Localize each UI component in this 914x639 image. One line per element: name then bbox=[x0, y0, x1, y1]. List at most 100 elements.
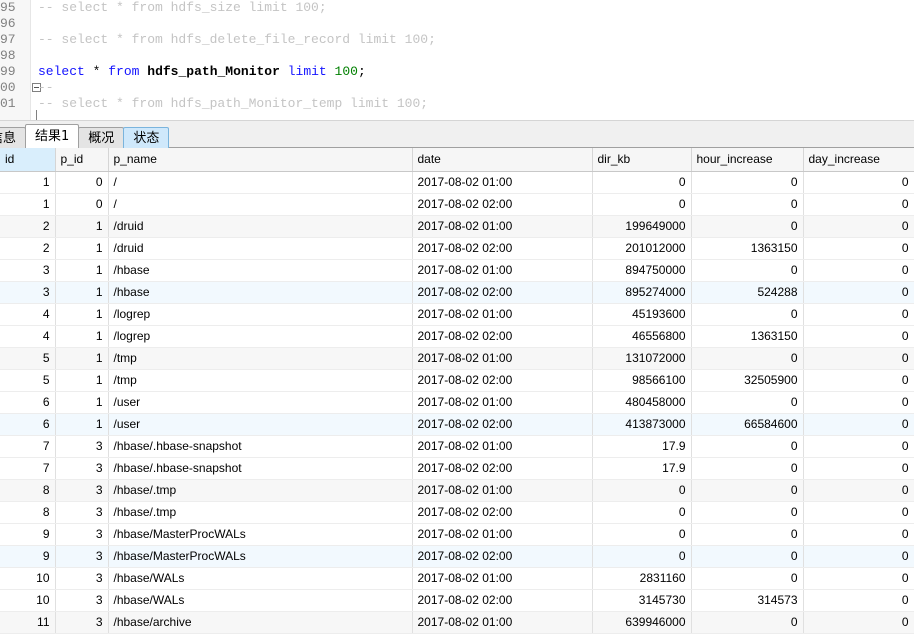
cell-p_id[interactable]: 1 bbox=[55, 303, 109, 326]
table-row[interactable]: 10 3/hbase/WALs 2017-08-02 01:00 2831160 0 0 bbox=[0, 567, 914, 590]
table-row[interactable]: 11 3/hbase/archive 2017-08-02 01:00 6399460… bbox=[0, 611, 914, 634]
code-line[interactable]: 98 bbox=[0, 48, 914, 64]
cell-id[interactable]: 9 bbox=[0, 523, 56, 546]
table-row[interactable]: 10 3/hbase/WALs 2017-08-02 02:00 3145730 314… bbox=[0, 589, 914, 612]
cell-day_increase[interactable]: 0 bbox=[803, 303, 914, 326]
cell-day_increase[interactable]: 0 bbox=[803, 457, 914, 480]
cell-hour_increase[interactable]: 1363150 bbox=[691, 325, 804, 348]
cell-p_name[interactable]: /user bbox=[108, 413, 413, 436]
table-row[interactable]: 6 1/user 2017-08-02 02:00 413873000 66584600… bbox=[0, 413, 914, 436]
cell-day_increase[interactable]: 0 bbox=[803, 237, 914, 260]
table-row[interactable]: 3 1/hbase 2017-08-02 01:00 894750000 0 0 bbox=[0, 259, 914, 282]
cell-hour_increase[interactable]: 0 bbox=[691, 567, 804, 590]
cell-id[interactable]: 7 bbox=[0, 457, 56, 480]
tab-profile[interactable]: 概况 bbox=[78, 127, 125, 148]
cell-hour_increase[interactable]: 0 bbox=[691, 193, 804, 216]
cell-dir_kb[interactable]: 413873000 bbox=[592, 413, 692, 436]
table-row[interactable]: 1 0/2017-08-02 01:00 0 0 0 bbox=[0, 171, 914, 194]
table-row[interactable]: 5 1/tmp 2017-08-02 01:00 131072000 0 0 bbox=[0, 347, 914, 370]
table-row[interactable]: 2 1/druid 2017-08-02 02:00 201012000 1363150… bbox=[0, 237, 914, 260]
cell-date[interactable]: 2017-08-02 02:00 bbox=[412, 413, 593, 436]
cell-p_name[interactable]: /hbase/WALs bbox=[108, 567, 413, 590]
result-table-body[interactable]: 1 0/2017-08-02 01:00 0 0 0 1 0/2017-08-02 02:0… bbox=[0, 171, 914, 634]
cell-day_increase[interactable]: 0 bbox=[803, 479, 914, 502]
cell-id[interactable]: 10 bbox=[0, 567, 56, 590]
cell-date[interactable]: 2017-08-02 02:00 bbox=[412, 545, 593, 568]
tab-result1[interactable]: 结果1 bbox=[25, 124, 80, 148]
cell-p_name[interactable]: /hbase/.tmp bbox=[108, 501, 413, 524]
cell-day_increase[interactable]: 0 bbox=[803, 567, 914, 590]
cell-p_name[interactable]: /druid bbox=[108, 237, 413, 260]
cell-id[interactable]: 8 bbox=[0, 479, 56, 502]
cell-date[interactable]: 2017-08-02 01:00 bbox=[412, 611, 593, 634]
cell-id[interactable]: 3 bbox=[0, 281, 56, 304]
cell-dir_kb[interactable]: 17.9 bbox=[592, 435, 692, 458]
cell-day_increase[interactable]: 0 bbox=[803, 171, 914, 194]
cell-dir_kb[interactable]: 199649000 bbox=[592, 215, 692, 238]
cell-date[interactable]: 2017-08-02 01:00 bbox=[412, 391, 593, 414]
cell-id[interactable]: 3 bbox=[0, 259, 56, 282]
cell-p_name[interactable]: /hbase/WALs bbox=[108, 589, 413, 612]
cell-dir_kb[interactable]: 894750000 bbox=[592, 259, 692, 282]
table-row[interactable]: 4 1/logrep 2017-08-02 01:00 45193600 0 0 bbox=[0, 303, 914, 326]
cell-day_increase[interactable]: 0 bbox=[803, 523, 914, 546]
table-row[interactable]: 6 1/user 2017-08-02 01:00 480458000 0 0 bbox=[0, 391, 914, 414]
code-line[interactable]: 01 -- select * from hdfs_path_Monitor_tem… bbox=[0, 96, 914, 120]
cell-p_name[interactable]: /hbase/MasterProcWALs bbox=[108, 545, 413, 568]
column-header-id[interactable]: id bbox=[0, 148, 56, 172]
cell-date[interactable]: 2017-08-02 02:00 bbox=[412, 193, 593, 216]
cell-hour_increase[interactable]: 32505900 bbox=[691, 369, 804, 392]
cell-day_increase[interactable]: 0 bbox=[803, 369, 914, 392]
table-row[interactable]: 7 3/hbase/.hbase-snapshot 2017-08-02 02:00… bbox=[0, 457, 914, 480]
cell-id[interactable]: 10 bbox=[0, 589, 56, 612]
cell-hour_increase[interactable]: 0 bbox=[691, 347, 804, 370]
cell-dir_kb[interactable]: 98566100 bbox=[592, 369, 692, 392]
cell-p_id[interactable]: 3 bbox=[55, 611, 109, 634]
cell-p_id[interactable]: 1 bbox=[55, 413, 109, 436]
cell-hour_increase[interactable]: 0 bbox=[691, 457, 804, 480]
cell-date[interactable]: 2017-08-02 01:00 bbox=[412, 215, 593, 238]
cell-hour_increase[interactable]: 0 bbox=[691, 479, 804, 502]
cell-dir_kb[interactable]: 480458000 bbox=[592, 391, 692, 414]
tab-info[interactable]: 信息 bbox=[0, 127, 27, 148]
cell-hour_increase[interactable]: 0 bbox=[691, 523, 804, 546]
cell-p_id[interactable]: 3 bbox=[55, 523, 109, 546]
cell-p_id[interactable]: 0 bbox=[55, 171, 109, 194]
cell-p_name[interactable]: /druid bbox=[108, 215, 413, 238]
result-grid[interactable]: id p_id p_name date dir_kb hour_increase day_i… bbox=[0, 148, 914, 638]
cell-day_increase[interactable]: 0 bbox=[803, 413, 914, 436]
cell-p_id[interactable]: 0 bbox=[55, 193, 109, 216]
cell-id[interactable]: 4 bbox=[0, 325, 56, 348]
cell-dir_kb[interactable]: 45193600 bbox=[592, 303, 692, 326]
cell-p_id[interactable]: 3 bbox=[55, 435, 109, 458]
cell-id[interactable]: 2 bbox=[0, 237, 56, 260]
cell-day_increase[interactable]: 0 bbox=[803, 501, 914, 524]
column-header-day_increase[interactable]: day_increase bbox=[803, 148, 914, 172]
column-header-p_id[interactable]: p_id bbox=[55, 148, 109, 172]
cell-p_id[interactable]: 3 bbox=[55, 567, 109, 590]
code-line[interactable]: 97 -- select * from hdfs_delete_file_reco… bbox=[0, 32, 914, 48]
cell-p_id[interactable]: 1 bbox=[55, 237, 109, 260]
cell-dir_kb[interactable]: 0 bbox=[592, 523, 692, 546]
cell-dir_kb[interactable]: 201012000 bbox=[592, 237, 692, 260]
table-row[interactable]: 7 3/hbase/.hbase-snapshot 2017-08-02 01:00… bbox=[0, 435, 914, 458]
table-row[interactable]: 8 3/hbase/.tmp 2017-08-02 01:00 0 0 0 bbox=[0, 479, 914, 502]
cell-hour_increase[interactable]: 524288 bbox=[691, 281, 804, 304]
cell-date[interactable]: 2017-08-02 01:00 bbox=[412, 171, 593, 194]
cell-p_id[interactable]: 1 bbox=[55, 325, 109, 348]
cell-dir_kb[interactable]: 131072000 bbox=[592, 347, 692, 370]
cell-date[interactable]: 2017-08-02 02:00 bbox=[412, 281, 593, 304]
cell-dir_kb[interactable]: 2831160 bbox=[592, 567, 692, 590]
cell-day_increase[interactable]: 0 bbox=[803, 325, 914, 348]
cell-id[interactable]: 5 bbox=[0, 369, 56, 392]
cell-id[interactable]: 1 bbox=[0, 171, 56, 194]
cell-p_id[interactable]: 3 bbox=[55, 457, 109, 480]
code-line[interactable]: 95 -- select * from hdfs_size limit 100; bbox=[0, 0, 914, 16]
cell-day_increase[interactable]: 0 bbox=[803, 611, 914, 634]
cell-date[interactable]: 2017-08-02 02:00 bbox=[412, 589, 593, 612]
cell-hour_increase[interactable]: 0 bbox=[691, 215, 804, 238]
tab-status[interactable]: 状态 bbox=[123, 127, 170, 148]
cell-day_increase[interactable]: 0 bbox=[803, 193, 914, 216]
cell-p_id[interactable]: 1 bbox=[55, 259, 109, 282]
cell-p_id[interactable]: 3 bbox=[55, 545, 109, 568]
